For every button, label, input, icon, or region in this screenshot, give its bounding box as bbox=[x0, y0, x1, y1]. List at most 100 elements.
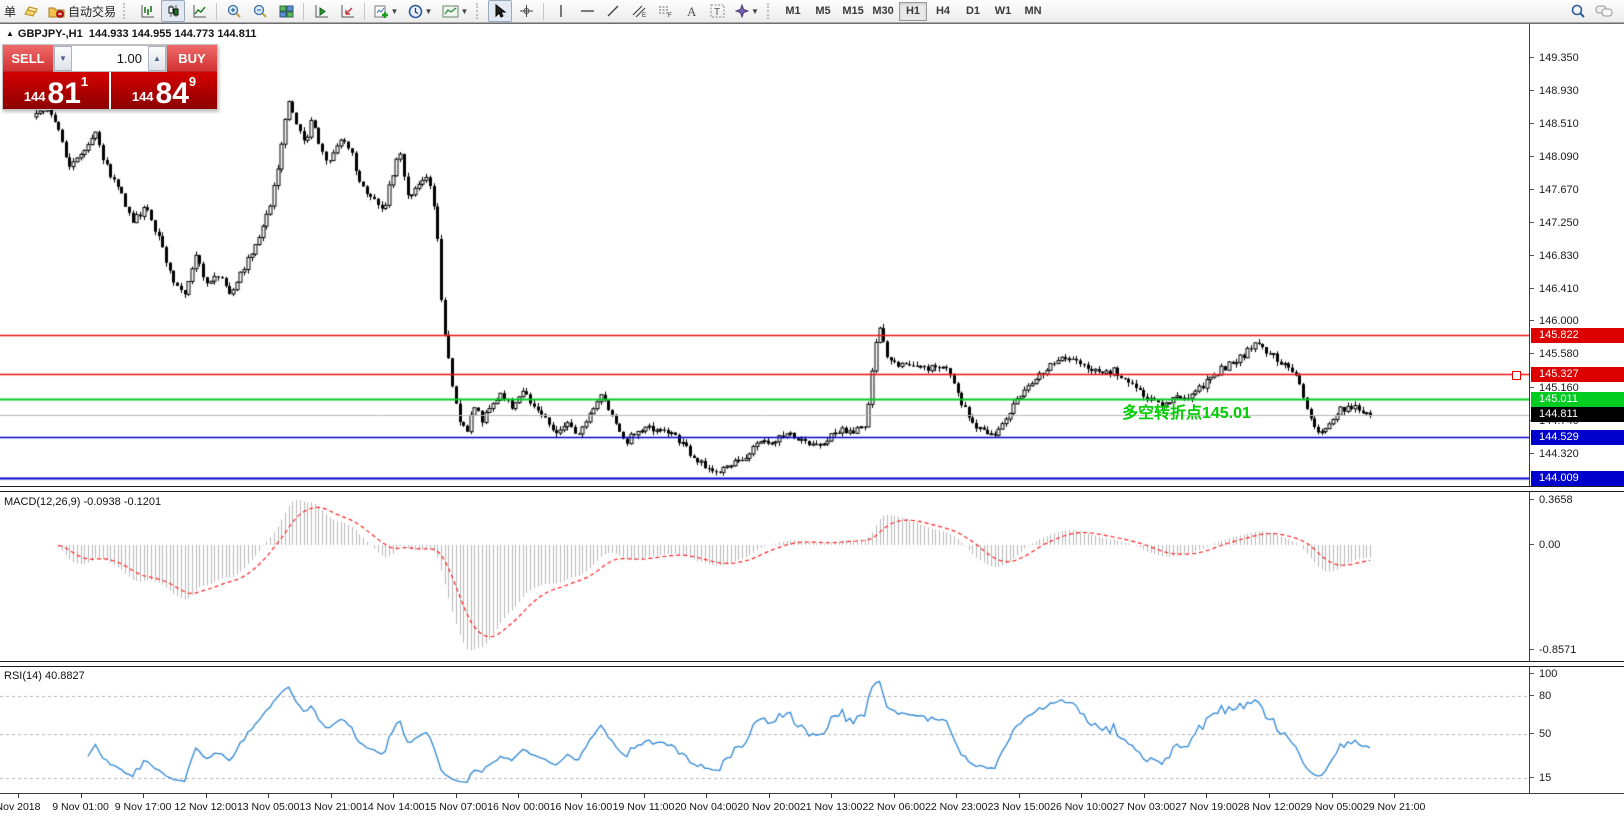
price-level-label: 145.327 bbox=[1531, 367, 1624, 382]
text-label-icon[interactable]: T bbox=[705, 0, 729, 22]
time-label: 13 Nov 21:00 bbox=[300, 801, 362, 813]
new-order-label[interactable]: 单 bbox=[4, 3, 16, 20]
toolbar-handle bbox=[123, 3, 131, 19]
new-chart-button[interactable]: ▼ bbox=[370, 0, 402, 22]
volume-decrease-button[interactable]: ▼ bbox=[54, 46, 72, 71]
pane-separator-macd[interactable] bbox=[0, 486, 1624, 492]
timeframe-h1[interactable]: H1 bbox=[899, 2, 927, 21]
timeframe-d1[interactable]: D1 bbox=[959, 2, 987, 21]
time-label: 9 Nov 17:00 bbox=[115, 801, 172, 813]
timeframe-mn[interactable]: MN bbox=[1019, 2, 1047, 21]
toolbar-separator bbox=[303, 3, 304, 20]
volume-increase-button[interactable]: ▲ bbox=[148, 46, 166, 71]
new-order-icon[interactable] bbox=[19, 0, 43, 22]
time-label: 29 Nov 05:00 bbox=[1300, 801, 1362, 813]
sell-price-display[interactable]: 144 81 1 bbox=[3, 72, 109, 109]
volume-stepper: ▼ 1.00 ▲ bbox=[53, 45, 167, 72]
templates-button[interactable]: ▼ bbox=[438, 0, 472, 22]
chevron-down-icon: ▼ bbox=[461, 7, 469, 16]
time-tick bbox=[1144, 794, 1145, 798]
time-tick bbox=[956, 794, 957, 798]
chart-annotation-text: 多空转折点145.01 bbox=[1122, 399, 1251, 423]
trendline-icon[interactable] bbox=[601, 0, 625, 22]
time-label: 28 Nov 12:00 bbox=[1238, 801, 1300, 813]
chevron-down-icon: ▼ bbox=[425, 7, 433, 16]
time-tick bbox=[143, 794, 144, 798]
templates-icon bbox=[442, 5, 459, 18]
chevron-down-icon: ▼ bbox=[391, 7, 399, 16]
macd-indicator-pane[interactable] bbox=[0, 492, 1529, 661]
time-label: 22 Nov 23:00 bbox=[925, 801, 987, 813]
time-tick bbox=[18, 794, 19, 798]
time-tick bbox=[1394, 794, 1395, 798]
time-label: 27 Nov 19:00 bbox=[1175, 801, 1237, 813]
search-icon[interactable] bbox=[1566, 0, 1590, 22]
toolbar-separator bbox=[216, 3, 217, 20]
autotrading-button[interactable]: 自动交易 bbox=[45, 0, 119, 22]
svg-text:T: T bbox=[714, 7, 720, 18]
crosshair-icon[interactable] bbox=[514, 0, 538, 22]
time-label: 23 Nov 15:00 bbox=[988, 801, 1050, 813]
time-label: Nov 2018 bbox=[0, 801, 40, 813]
timeframe-m15[interactable]: M15 bbox=[839, 2, 867, 21]
equidistant-channel-icon[interactable]: E bbox=[627, 0, 651, 22]
line-chart-icon[interactable] bbox=[187, 0, 211, 22]
profiles-button[interactable]: ▼ bbox=[404, 0, 436, 22]
time-tick bbox=[393, 794, 394, 798]
bar-chart-icon[interactable] bbox=[135, 0, 159, 22]
tile-windows-icon[interactable] bbox=[274, 0, 298, 22]
buy-button[interactable]: BUY bbox=[167, 45, 217, 72]
candlestick-chart-icon[interactable] bbox=[161, 0, 185, 22]
time-tick bbox=[206, 794, 207, 798]
zoom-out-icon[interactable] bbox=[248, 0, 272, 22]
auto-scroll-icon[interactable] bbox=[309, 0, 333, 22]
buy-price-display[interactable]: 144 84 9 bbox=[111, 72, 217, 109]
cursor-icon[interactable] bbox=[488, 0, 512, 22]
time-axis[interactable]: Nov 2018 9 Nov 01:00 9 Nov 17:0012 Nov 12:… bbox=[0, 793, 1624, 820]
zoom-in-icon[interactable] bbox=[222, 0, 246, 22]
profiles-icon bbox=[408, 4, 423, 19]
fibonacci-icon[interactable]: F bbox=[653, 0, 677, 22]
time-label: 16 Nov 16:00 bbox=[550, 801, 612, 813]
price-level-label: 144.811 bbox=[1531, 407, 1624, 422]
new-chart-icon bbox=[374, 4, 389, 18]
chart-shift-icon[interactable] bbox=[335, 0, 359, 22]
timeframe-m30[interactable]: M30 bbox=[869, 2, 897, 21]
time-tick bbox=[1332, 794, 1333, 798]
timeframe-m5[interactable]: M5 bbox=[809, 2, 837, 21]
timeframe-w1[interactable]: W1 bbox=[989, 2, 1017, 21]
ohlc-values: 144.933 144.955 144.773 144.811 bbox=[89, 28, 257, 40]
chevron-down-icon: ▼ bbox=[751, 7, 759, 16]
toolbar: 单 自动交易 ▼ ▼ ▼ bbox=[0, 0, 1624, 23]
time-label: 20 Nov 04:00 bbox=[675, 801, 737, 813]
autotrading-icon bbox=[48, 4, 65, 18]
time-label: 26 Nov 10:00 bbox=[1050, 801, 1112, 813]
text-icon[interactable]: A bbox=[679, 0, 703, 22]
time-label: 9 Nov 01:00 bbox=[52, 801, 109, 813]
horizontal-line-icon[interactable] bbox=[575, 0, 599, 22]
vertical-line-icon[interactable] bbox=[549, 0, 573, 22]
autotrading-label: 自动交易 bbox=[68, 3, 116, 20]
hline-selection-marker[interactable] bbox=[1512, 371, 1521, 380]
price-axis[interactable]: 149.350148.930148.510148.090147.670147.2… bbox=[1529, 24, 1624, 793]
arrows-button[interactable]: ▼ bbox=[731, 0, 763, 22]
volume-input[interactable]: 1.00 bbox=[72, 46, 148, 71]
arrows-icon bbox=[735, 4, 749, 18]
svg-text:E: E bbox=[642, 13, 646, 18]
sell-price-prefix: 144 bbox=[24, 89, 46, 104]
rsi-indicator-pane[interactable] bbox=[0, 667, 1529, 793]
pane-separator-rsi[interactable] bbox=[0, 661, 1624, 667]
time-tick bbox=[894, 794, 895, 798]
sell-button[interactable]: SELL bbox=[3, 45, 53, 72]
time-label: 21 Nov 13:00 bbox=[800, 801, 862, 813]
time-label: 13 Nov 05:00 bbox=[237, 801, 299, 813]
timeframe-h4[interactable]: H4 bbox=[929, 2, 957, 21]
main-price-chart[interactable] bbox=[0, 24, 1529, 486]
chat-icon[interactable] bbox=[1592, 0, 1616, 22]
collapse-icon[interactable]: ▲ bbox=[6, 29, 14, 38]
svg-text:A: A bbox=[687, 4, 697, 18]
buy-price-big: 84 bbox=[156, 81, 189, 107]
timeframe-m1[interactable]: M1 bbox=[779, 2, 807, 21]
time-label: 12 Nov 12:00 bbox=[174, 801, 236, 813]
symbol-name: GBPJPY-,H1 bbox=[18, 28, 83, 40]
